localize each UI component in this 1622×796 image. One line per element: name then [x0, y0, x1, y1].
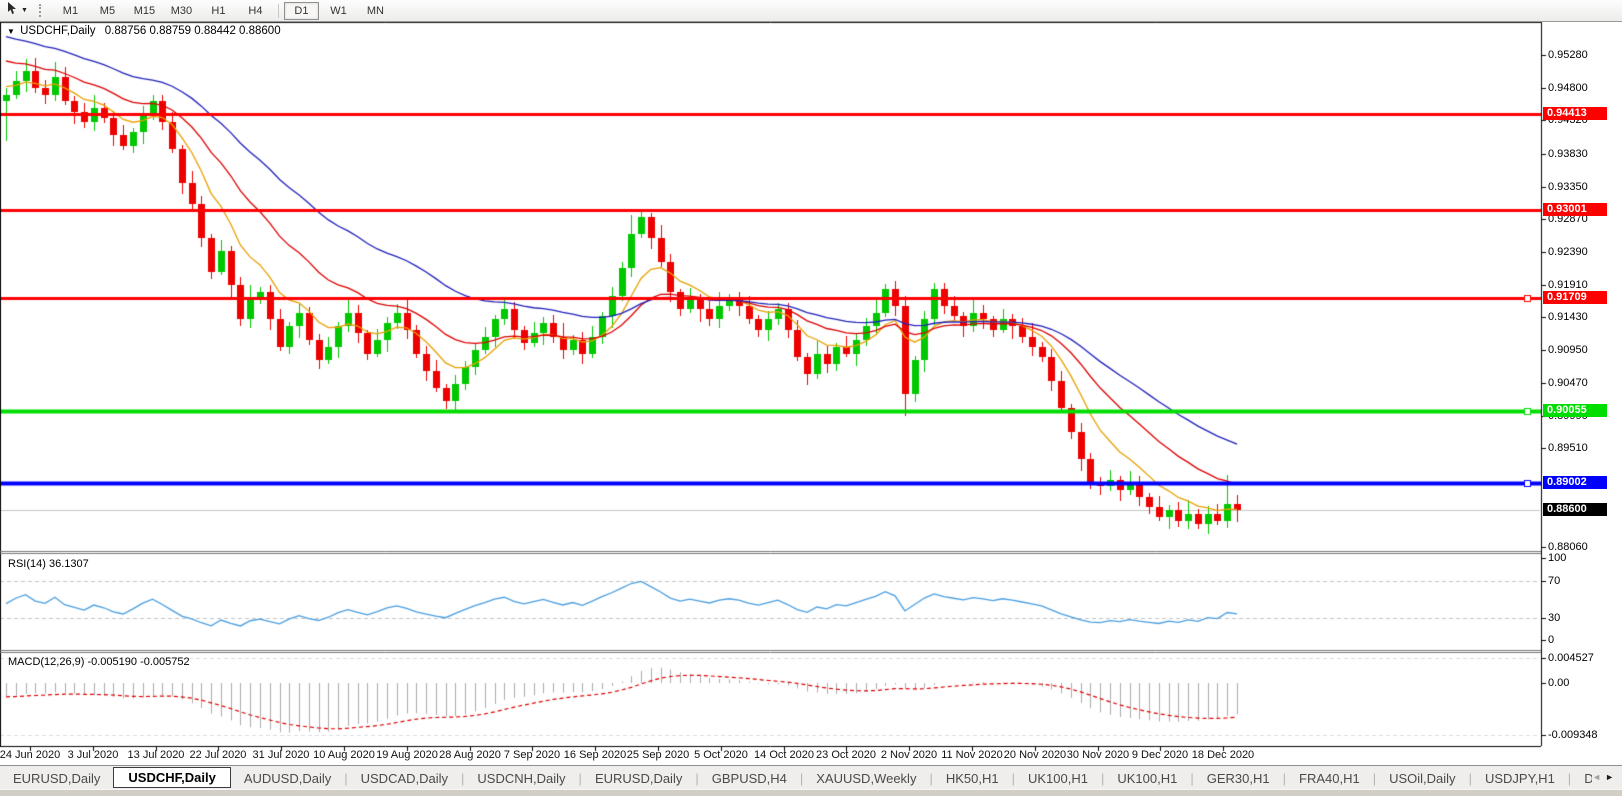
rsi-tick-label: 70 — [1548, 575, 1561, 587]
symbol-tab-usdchf-1[interactable]: USDCHF,Daily — [113, 767, 231, 788]
price-tick-label: 0.89510 — [1548, 442, 1588, 454]
timeframe-button-w1[interactable]: W1 — [321, 2, 356, 20]
rsi-indicator-label: RSI(14) 36.1307 — [8, 558, 89, 570]
status-strip — [0, 789, 1622, 796]
macd-indicator-label: MACD(12,26,9) -0.005190 -0.005752 — [8, 656, 190, 668]
timeframe-button-m5[interactable]: M5 — [90, 2, 125, 20]
price-tick-label: 0.93830 — [1548, 148, 1588, 160]
chart-symbol-period: USDCHF,Daily — [20, 25, 96, 37]
price-tick-label: 0.93350 — [1548, 181, 1588, 193]
price-tick-label: 0.90950 — [1548, 344, 1588, 356]
symbol-tab-fra40-12[interactable]: FRA40,H1 — [1286, 768, 1373, 789]
rsi-tick-label: 100 — [1548, 552, 1567, 564]
tab-scroll-left-icon[interactable]: ◄ — [1592, 772, 1605, 782]
symbol-tab-uk100-10[interactable]: UK100,H1 — [1104, 768, 1190, 789]
symbol-tabs: EURUSD,Daily USDCHF,Daily AUDUSD,Daily | USD… — [0, 766, 1592, 790]
timeframe-button-h4[interactable]: H4 — [238, 2, 273, 20]
chart-title: ▼ USDCHF,Daily 0.88756 0.88759 0.88442 0… — [7, 25, 281, 37]
timeframe-button-m15[interactable]: M15 — [127, 2, 162, 20]
symbol-tab-usdcnh-4[interactable]: USDCNH,Daily — [464, 768, 578, 789]
symbol-tab-usoil-13[interactable]: USOil,Daily — [1376, 768, 1468, 789]
symbol-tab-ger30-11[interactable]: GER30,H1 — [1194, 768, 1283, 789]
tab-scroll-right-icon[interactable]: ► — [1605, 772, 1618, 782]
hline-price-label[interactable]: 0.89002 — [1543, 476, 1607, 489]
hline-price-label[interactable]: 0.94413 — [1543, 107, 1607, 120]
chart-canvas[interactable] — [0, 0, 1622, 796]
chart-ohlc-values: 0.88756 0.88759 0.88442 0.88600 — [104, 25, 281, 37]
timeframe-button-mn[interactable]: MN — [358, 2, 393, 20]
timeframe-button-m1[interactable]: M1 — [53, 2, 88, 20]
hline-price-label[interactable]: 0.91709 — [1543, 291, 1607, 304]
timeframe-buttons: M1 M5 M15 M30 H1 H4 D1 W1 MN — [52, 1, 394, 20]
hline-price-label[interactable]: 0.90055 — [1543, 404, 1607, 417]
timeframe-button-m30[interactable]: M30 — [164, 2, 199, 20]
symbol-tab-gbpusd-6[interactable]: GBPUSD,H4 — [699, 768, 800, 789]
toolbar-separator — [277, 3, 279, 18]
symbol-tab-audusd-2[interactable]: AUDUSD,Daily — [231, 768, 344, 789]
symbol-tab-usdjpy-14[interactable]: USDJPY,H1 — [1472, 768, 1568, 789]
price-tick-label: 0.94800 — [1548, 82, 1588, 94]
tab-scroll-arrows: ◄► — [1592, 772, 1618, 782]
timeframe-button-h1[interactable]: H1 — [201, 2, 236, 20]
mt4-window: ▼ M1 M5 M15 M30 H1 H4 D1 W1 MN ▼ USDCHF,Daily 0.… — [0, 0, 1622, 796]
price-tick-label: 0.91430 — [1548, 311, 1588, 323]
price-tick-label: 0.95280 — [1548, 49, 1588, 61]
symbol-tab-eurusd-5[interactable]: EURUSD,Daily — [582, 768, 695, 789]
rsi-tick-label: 30 — [1548, 612, 1561, 624]
symbol-tab-eurusd-0[interactable]: EURUSD,Daily — [0, 768, 113, 789]
chart-menu-triangle-icon[interactable]: ▼ — [7, 27, 15, 36]
hline-price-label[interactable]: 0.93001 — [1543, 203, 1607, 216]
symbol-tab-uk100-9[interactable]: UK100,H1 — [1015, 768, 1101, 789]
pointer-cursor-icon — [7, 1, 18, 20]
symbol-tab-xauusd-7[interactable]: XAUUSD,Weekly — [803, 768, 929, 789]
timeframe-toolbar: ▼ M1 M5 M15 M30 H1 H4 D1 W1 MN — [0, 0, 1622, 22]
cursor-tool-button[interactable]: ▼ — [4, 1, 31, 20]
timeframe-button-d1[interactable]: D1 — [283, 1, 319, 20]
rsi-tick-label: 0 — [1548, 634, 1555, 646]
symbol-tabbar: EURUSD,Daily USDCHF,Daily AUDUSD,Daily | USD… — [0, 765, 1622, 790]
symbol-tab-dj30-15[interactable]: DJ30,Daily — [1571, 768, 1592, 789]
macd-tick-label: 0.004527 — [1548, 652, 1594, 664]
macd-tick-label: 0.00 — [1548, 677, 1570, 689]
price-tick-label: 0.92390 — [1548, 246, 1588, 258]
symbol-tab-hk50-8[interactable]: HK50,H1 — [933, 768, 1012, 789]
price-tick-label: 0.91910 — [1548, 279, 1588, 291]
macd-tick-label: -0.009348 — [1548, 729, 1598, 741]
current-price-label: 0.88600 — [1543, 503, 1607, 516]
toolbar-drag-handle[interactable] — [38, 4, 46, 17]
symbol-tab-usdcad-3[interactable]: USDCAD,Daily — [348, 768, 461, 789]
date-axis-label: 18 Dec 2020 — [1191, 749, 1255, 761]
price-tick-label: 0.90470 — [1548, 377, 1588, 389]
chevron-down-icon: ▼ — [21, 7, 28, 14]
